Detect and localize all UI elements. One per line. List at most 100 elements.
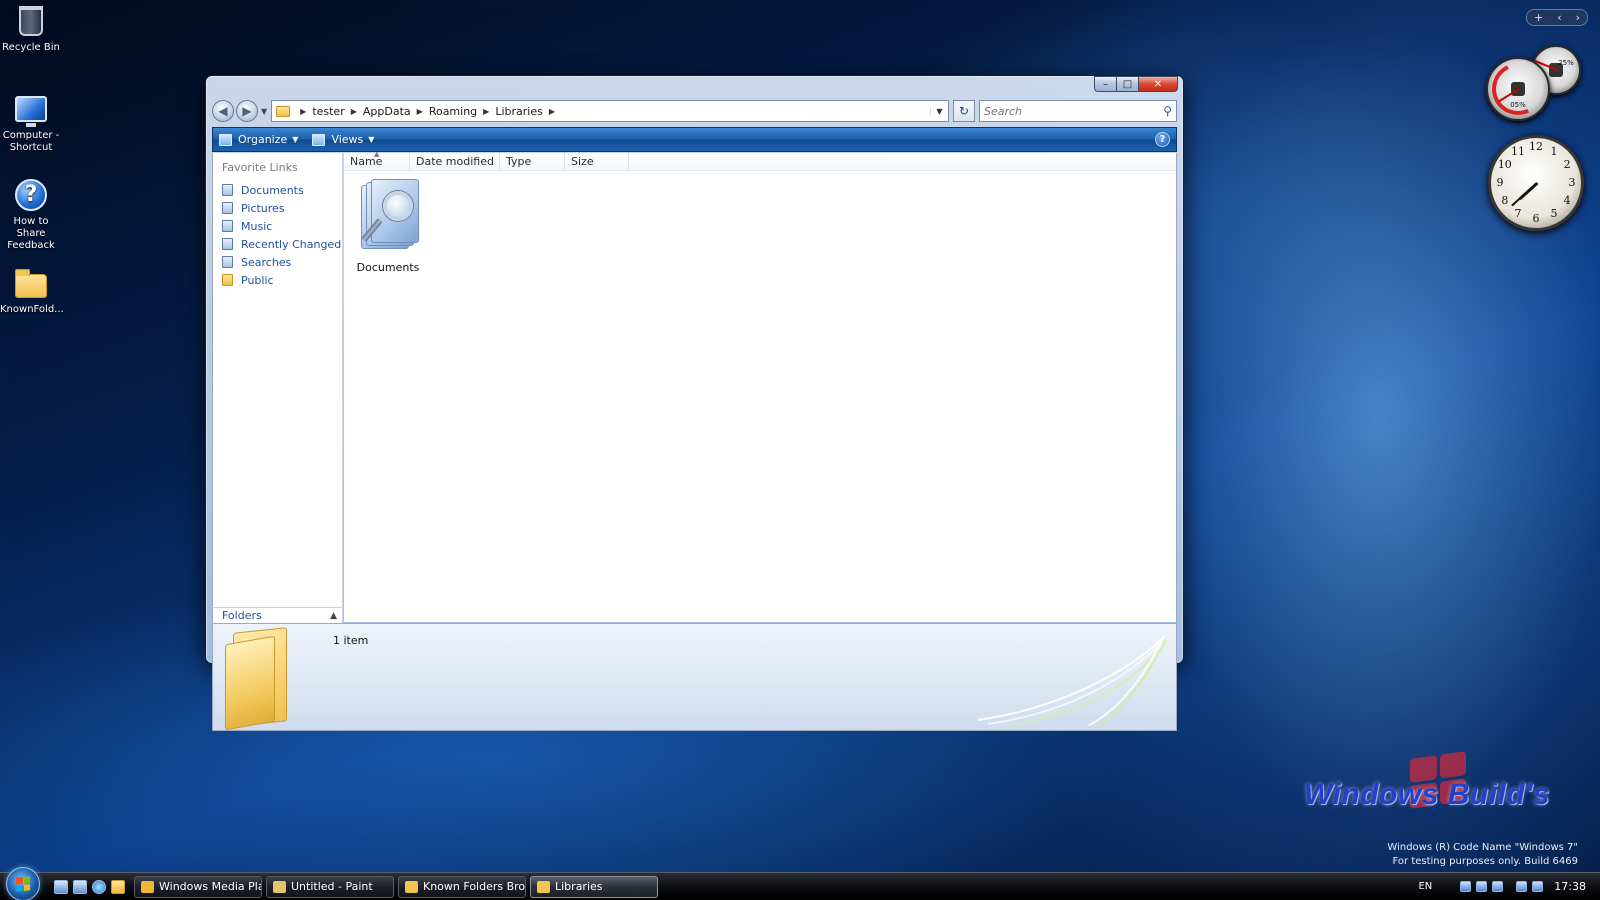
breadcrumb-appdata[interactable]: AppData [359, 105, 415, 118]
minimize-button[interactable]: – [1094, 76, 1116, 92]
clock-time[interactable]: 17:38 [1554, 880, 1586, 893]
favorite-link-music[interactable]: Music [213, 217, 342, 235]
language-indicator[interactable]: EN [1418, 881, 1432, 892]
notification-area: EN 17:38 [1418, 880, 1600, 893]
breadcrumb-tester[interactable]: tester [308, 105, 348, 118]
search-input[interactable] [984, 104, 1164, 118]
chevron-up-icon: ▲ [330, 610, 337, 621]
favorite-link-pictures[interactable]: Pictures [213, 199, 342, 217]
breadcrumb-separator[interactable]: ▶ [415, 107, 425, 116]
file-item-documents[interactable]: Documents [354, 179, 422, 274]
desktop-icon-label: Computer - Shortcut [2, 130, 60, 153]
search-icon[interactable]: ⚲ [1163, 104, 1172, 118]
music-icon [222, 220, 233, 232]
column-header-name[interactable]: ▲ Name [344, 150, 410, 170]
desktop-icon-recycle-bin[interactable]: Recycle Bin [0, 4, 62, 54]
clock-minute-hand [1511, 182, 1538, 207]
command-bar: Organize ▼ Views ▼ ? [212, 127, 1177, 152]
gadget-prev-button[interactable]: ‹ [1557, 11, 1561, 24]
tray-app-icon[interactable] [1492, 881, 1504, 892]
gadget-toolbar: + ‹ › [1526, 9, 1588, 26]
recent-icon [222, 238, 233, 250]
clock-number: 5 [1550, 207, 1558, 221]
views-button[interactable]: Views ▼ [312, 133, 374, 146]
organize-button[interactable]: Organize ▼ [219, 133, 298, 146]
favorite-link-searches[interactable]: Searches [213, 253, 342, 271]
desktop-icon-knownfolders[interactable]: KnownFold... [0, 266, 64, 316]
add-gadget-button[interactable]: + [1534, 11, 1543, 24]
folders-toggle[interactable]: Folders ▲ [212, 607, 343, 623]
taskbar-button-libraries[interactable]: Libraries [530, 875, 658, 898]
taskbar-button-label: Untitled - Paint [291, 880, 373, 893]
desktop-icon-how-to-share-feedback[interactable]: ? How to Share Feedback [0, 178, 62, 252]
media-player-icon[interactable] [111, 879, 125, 894]
desktop-icon-label: How to Share Feedback [7, 216, 55, 251]
breadcrumb-separator[interactable]: ▶ [547, 107, 557, 116]
explorer-window: – □ ✕ ◀ ▶ ▼ ▶ tester ▶ AppData ▶ Roaming… [205, 75, 1184, 731]
windows-logo-icon [16, 875, 30, 892]
favorite-link-label: Public [241, 273, 274, 287]
memory-percent: 25% [1558, 59, 1574, 67]
library-icon [357, 179, 419, 251]
start-button[interactable] [6, 866, 40, 900]
show-desktop-icon[interactable] [54, 879, 68, 894]
clock-gadget[interactable]: 12 1 2 3 4 5 6 7 8 9 10 11 [1488, 135, 1584, 231]
favorite-link-label: Recently Changed [241, 237, 342, 251]
column-headers: ▲ Name Date modified Type Size [344, 150, 1176, 171]
column-header-date-modified[interactable]: Date modified [410, 153, 500, 170]
address-history-dropdown[interactable]: ▼ [930, 106, 948, 116]
file-list-pane[interactable]: ▲ Name Date modified Type Size Documents [344, 150, 1177, 622]
paint-icon [273, 880, 286, 893]
favorite-link-label: Documents [241, 183, 304, 197]
network-icon[interactable] [1516, 881, 1528, 892]
folder-icon [225, 627, 293, 730]
clock-number: 4 [1563, 194, 1571, 207]
recent-pages-dropdown[interactable]: ▼ [261, 107, 267, 116]
clock-number: 7 [1514, 207, 1522, 221]
taskbar-button-label: Windows Media Pla... [159, 880, 261, 893]
desktop-icon-computer-shortcut[interactable]: Computer - Shortcut [0, 92, 62, 154]
breadcrumb-separator[interactable]: ▶ [481, 107, 491, 116]
forward-button[interactable]: ▶ [236, 100, 258, 122]
organize-label: Organize [238, 133, 288, 146]
breadcrumb-separator[interactable]: ▶ [298, 107, 308, 116]
favorite-link-label: Pictures [241, 201, 285, 215]
tray-app-icon[interactable] [1476, 881, 1488, 892]
help-button[interactable]: ? [1155, 132, 1170, 147]
gadget-next-button[interactable]: › [1576, 11, 1580, 24]
breadcrumb-roaming[interactable]: Roaming [425, 105, 481, 118]
search-box[interactable]: ⚲ [979, 100, 1177, 122]
sort-arrow-icon: ▲ [374, 150, 380, 158]
breadcrumb-separator[interactable]: ▶ [349, 107, 359, 116]
address-bar[interactable]: ▶ tester ▶ AppData ▶ Roaming ▶ Libraries… [271, 100, 949, 122]
favorite-link-recently-changed[interactable]: Recently Changed [213, 235, 342, 253]
refresh-button[interactable]: ↻ [953, 100, 975, 122]
switch-windows-icon[interactable] [73, 879, 87, 894]
cpu-meter-gadget[interactable]: 05% [1484, 55, 1552, 123]
desktop-icon-label: Recycle Bin [2, 42, 60, 53]
caption-buttons: – □ ✕ [1094, 76, 1178, 92]
media-player-icon [141, 880, 154, 893]
clock-number: 11 [1511, 144, 1525, 158]
column-header-size[interactable]: Size [565, 153, 629, 170]
volume-icon[interactable] [1532, 881, 1544, 892]
taskbar-button-media-player[interactable]: Windows Media Pla... [134, 875, 262, 898]
favorite-links-list: Documents Pictures Music Recently Change… [213, 181, 342, 289]
column-header-type[interactable]: Type [500, 153, 565, 170]
favorite-link-label: Music [241, 219, 273, 233]
breadcrumb-libraries[interactable]: Libraries [491, 105, 547, 118]
desktop-icon-label: KnownFold... [0, 304, 64, 315]
favorite-link-public[interactable]: Public [213, 271, 342, 289]
back-button[interactable]: ◀ [212, 100, 234, 122]
close-button[interactable]: ✕ [1138, 76, 1178, 92]
navigation-pane: Favorite Links Documents Pictures Music … [212, 153, 343, 622]
column-header-label: Type [506, 155, 532, 168]
taskbar-button-known-folders[interactable]: Known Folders Bro... [398, 875, 526, 898]
internet-explorer-icon[interactable] [92, 879, 106, 894]
taskbar-button-paint[interactable]: Untitled - Paint [266, 875, 394, 898]
maximize-button[interactable]: □ [1116, 76, 1138, 92]
tray-app-icon[interactable] [1460, 881, 1472, 892]
documents-icon [222, 184, 233, 196]
clock-number: 1 [1550, 144, 1558, 158]
favorite-link-documents[interactable]: Documents [213, 181, 342, 199]
